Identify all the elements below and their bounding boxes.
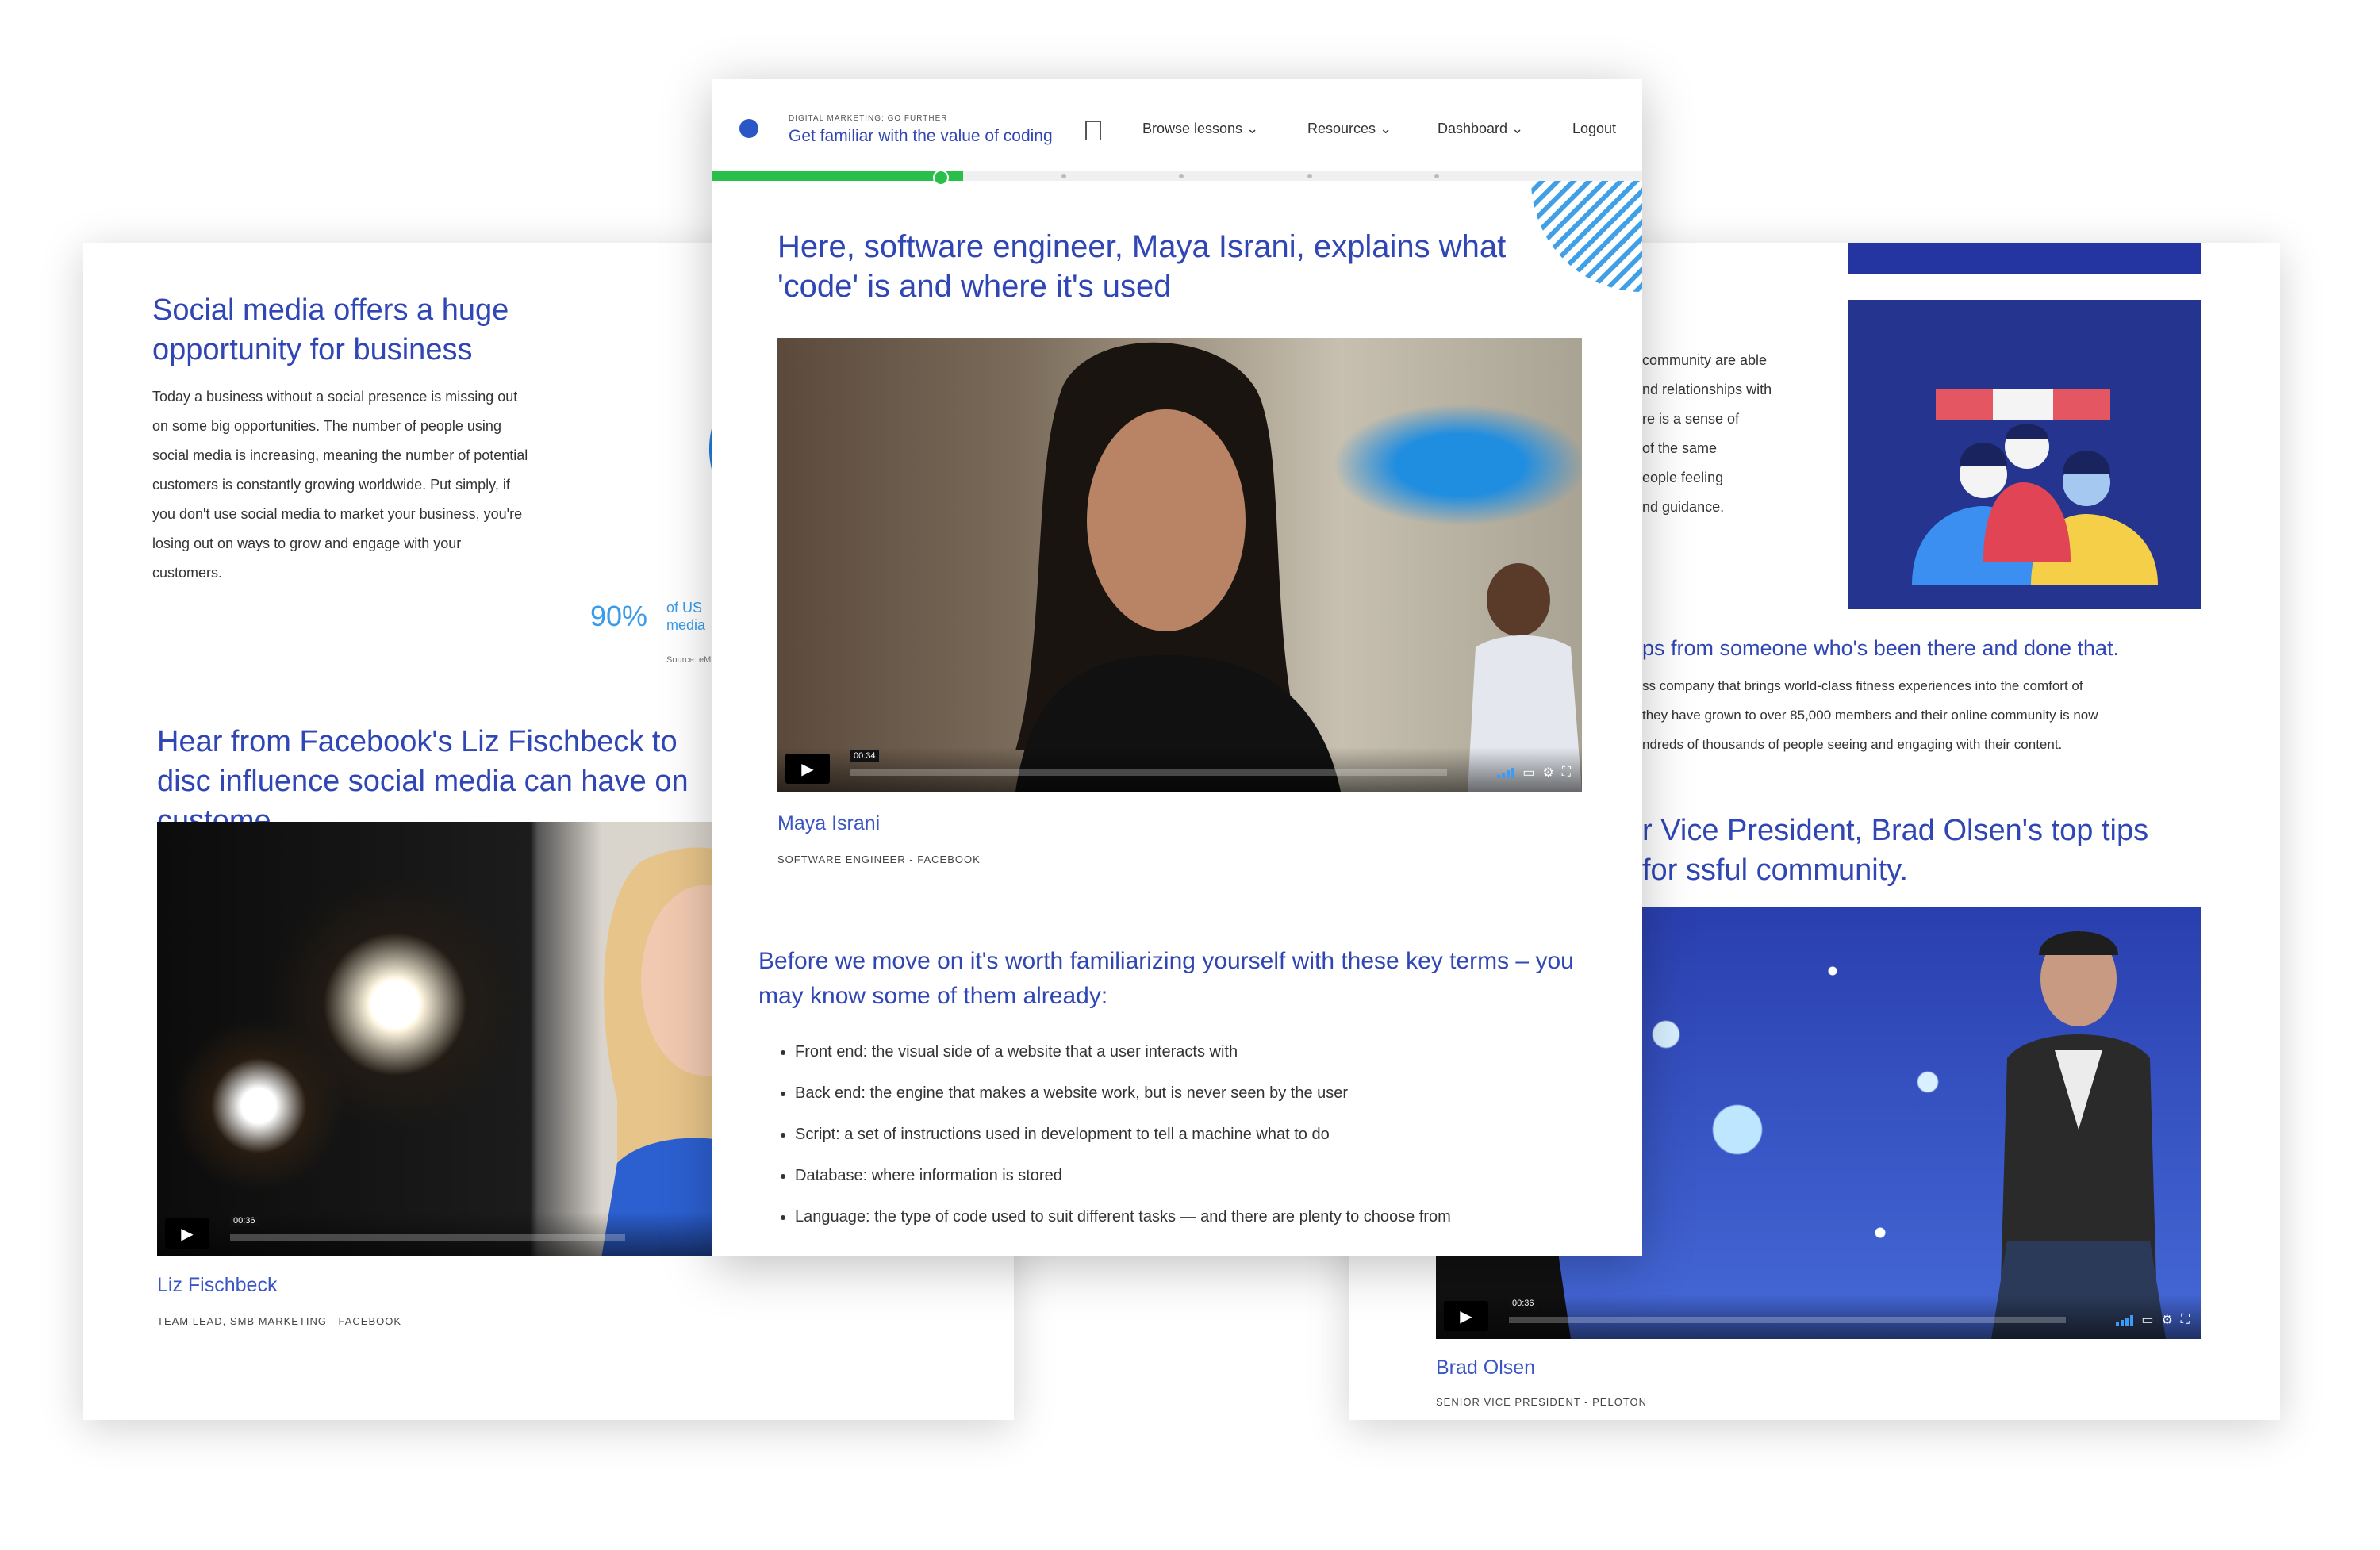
stat-text: of US	[666, 600, 703, 616]
chevron-down-icon: ⌄	[1380, 121, 1392, 136]
play-button[interactable]: ▶	[165, 1218, 209, 1249]
terms-list: Front end: the visual side of a website …	[776, 1031, 1451, 1237]
play-button[interactable]: ▶	[785, 754, 830, 784]
settings-icon[interactable]: ⚙	[2161, 1312, 2172, 1328]
terms-heading: Before we move on it's worth familiarizi…	[758, 948, 1574, 1009]
captions-icon[interactable]: ▭	[2141, 1312, 2153, 1328]
left-person-name: Liz Fischbeck	[157, 1274, 278, 1296]
video-controls: ▶ 00:36	[157, 1212, 760, 1256]
progress-step[interactable]	[1434, 174, 1439, 178]
center-lesson-card: DIGITAL MARKETING: GO FURTHER Get famili…	[712, 79, 1642, 1256]
top-banner	[1848, 243, 2201, 274]
video-timestamp: 00:36	[1509, 1298, 1537, 1309]
speaker-figure-graphic	[1991, 931, 2166, 1339]
list-item: Script: a set of instructions used in de…	[795, 1114, 1451, 1155]
woman-figure-graphic	[1015, 342, 1341, 792]
right-paragraph-line: nd relationships with	[1642, 382, 1772, 397]
center-person-role: SOFTWARE ENGINEER - FACEBOOK	[777, 854, 981, 865]
volume-icon[interactable]	[1497, 767, 1515, 778]
center-person-name: Maya Israni	[777, 812, 881, 834]
center-video-player[interactable]: ▶ 00:34 ▭ ⚙ ⛶	[777, 338, 1582, 792]
video-controls: ▶ 00:36 ▭ ⚙ ⛶	[1436, 1295, 2201, 1339]
right-video-heading: r Vice President, Brad Olsen's top tips …	[1642, 814, 2149, 887]
video-icon-bar: ▭ ⚙ ⛶	[2116, 1312, 2190, 1328]
left-person-role: TEAM LEAD, SMB MARKETING - FACEBOOK	[157, 1315, 402, 1327]
lesson-progress-bar	[712, 170, 1642, 186]
nav-label: Browse lessons	[1142, 121, 1243, 136]
lesson-header: DIGITAL MARKETING: GO FURTHER Get famili…	[712, 79, 1642, 175]
video-timestamp: 00:36	[230, 1215, 259, 1226]
stat-value: 90%	[590, 600, 648, 632]
nav-resources[interactable]: Resources ⌄	[1307, 121, 1392, 137]
progress-step[interactable]	[1061, 174, 1066, 178]
progress-fill	[712, 171, 964, 181]
video-controls: ▶ 00:34 ▭ ⚙ ⛶	[777, 747, 1582, 792]
community-illustration	[1912, 389, 2158, 585]
tips-line: they have grown to over 85,000 members a…	[1642, 708, 2098, 723]
nav-label: Dashboard	[1438, 121, 1508, 136]
left-video-player[interactable]: ▶ 00:36	[157, 822, 760, 1256]
tips-line: ss company that brings world-class fitne…	[1642, 678, 2083, 693]
list-item: Database: where information is stored	[795, 1155, 1451, 1196]
chevron-down-icon: ⌄	[1511, 121, 1524, 136]
progress-step[interactable]	[1307, 174, 1312, 178]
tips-text: ss company that brings world-class fitne…	[1642, 671, 2198, 759]
right-paragraph-line: nd guidance.	[1642, 499, 1725, 515]
list-item: Language: the type of code used to suit …	[795, 1196, 1451, 1237]
captions-icon[interactable]: ▭	[1522, 765, 1534, 781]
illustration-panel	[1848, 300, 2201, 609]
video-timestamp: 00:34	[850, 750, 879, 762]
tips-heading: ps from someone who's been there and don…	[1642, 636, 2120, 660]
stat-text-2: media	[666, 617, 706, 633]
right-person-role: SENIOR VICE PRESIDENT - PELOTON	[1436, 1396, 1648, 1408]
right-person-name: Brad Olsen	[1436, 1356, 1536, 1379]
nav-label: Resources	[1307, 121, 1376, 136]
stat-source: Source: eM	[666, 655, 712, 665]
course-title[interactable]: Get familiar with the value of coding	[789, 127, 1053, 146]
bookmark-icon[interactable]	[1085, 121, 1101, 140]
course-eyebrow: DIGITAL MARKETING: GO FURTHER	[789, 114, 948, 123]
video-icon-bar: ▭ ⚙ ⛶	[1497, 765, 1571, 781]
settings-icon[interactable]: ⚙	[1542, 765, 1553, 781]
logo-icon[interactable]	[739, 119, 758, 138]
center-heading: Here, software engineer, Maya Israni, ex…	[777, 229, 1507, 304]
video-scrub-bar[interactable]	[850, 769, 1447, 776]
right-paragraph-line: of the same	[1642, 440, 1718, 456]
right-paragraph-line: community are able	[1642, 352, 1768, 368]
progress-marker[interactable]	[933, 170, 949, 186]
volume-icon[interactable]	[2116, 1314, 2134, 1326]
list-item: Back end: the engine that makes a websit…	[795, 1072, 1451, 1114]
fullscreen-icon[interactable]: ⛶	[2181, 1313, 2190, 1327]
nav-logout[interactable]: Logout	[1572, 121, 1616, 137]
nav-browse-lessons[interactable]: Browse lessons ⌄	[1142, 121, 1258, 137]
play-button[interactable]: ▶	[1444, 1301, 1488, 1331]
right-paragraph: community are able nd relationships with…	[1642, 346, 1841, 522]
right-paragraph-line: re is a sense of	[1642, 411, 1740, 427]
right-paragraph-line: eople feeling	[1642, 470, 1724, 485]
nav-dashboard[interactable]: Dashboard ⌄	[1438, 121, 1523, 137]
video-scrub-bar[interactable]	[1509, 1317, 2066, 1323]
progress-step[interactable]	[1179, 174, 1184, 178]
video-scrub-bar[interactable]	[230, 1234, 625, 1241]
left-paragraph: Today a business without a social presen…	[152, 389, 528, 581]
fullscreen-icon[interactable]: ⛶	[1562, 765, 1571, 780]
left-heading: Social media offers a huge opportunity f…	[152, 294, 509, 366]
list-item: Front end: the visual side of a website …	[795, 1031, 1451, 1072]
tips-line: ndreds of thousands of people seeing and…	[1642, 737, 2063, 752]
chevron-down-icon: ⌄	[1246, 121, 1259, 136]
